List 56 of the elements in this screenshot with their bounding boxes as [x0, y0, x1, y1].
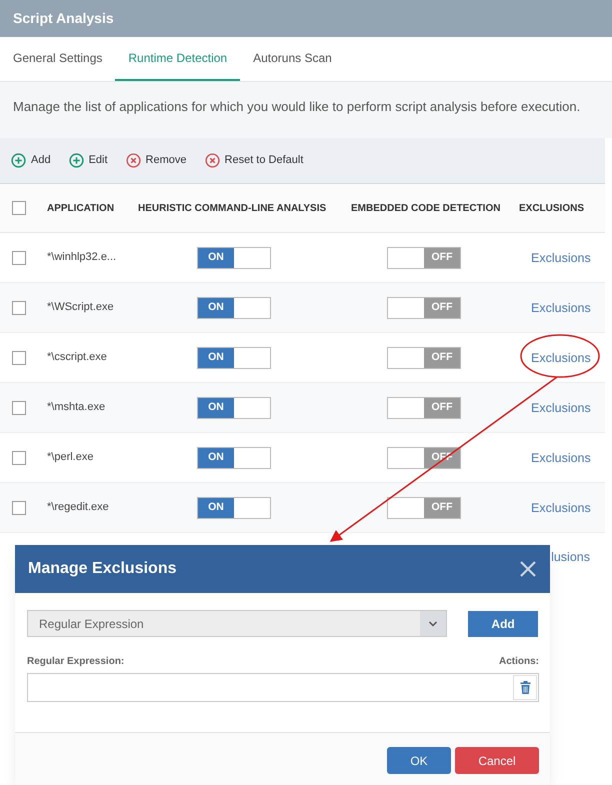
- table-cell-text: *\regedit.exe: [47, 500, 110, 516]
- toggle-switch[interactable]: ON: [197, 396, 271, 418]
- checkbox[interactable]: [12, 450, 26, 464]
- table-cell-text: *\cscript.exe: [47, 350, 108, 366]
- toolbar-button[interactable]: Add: [11, 152, 51, 169]
- x-circle-icon: [126, 153, 141, 168]
- toolbar-button[interactable]: Remove: [126, 152, 187, 169]
- toggle-switch[interactable]: ON: [197, 296, 271, 318]
- column-header: HEURISTIC COMMAND-LINE ANALYSIS: [138, 202, 328, 216]
- toggle-switch[interactable]: ON: [197, 346, 271, 368]
- exclusions-link[interactable]: Exclusions: [531, 450, 591, 464]
- chevron-down-icon: [420, 611, 446, 636]
- checkbox[interactable]: [12, 300, 26, 314]
- exclusions-link[interactable]: Exclusions: [531, 400, 591, 414]
- plus-circle-icon: [68, 153, 84, 168]
- exclusions-link[interactable]: lusions: [551, 548, 590, 567]
- table-cell-text: *\mshta.exe: [47, 400, 106, 416]
- field-label: Regular Expression:: [27, 655, 124, 669]
- toggle-switch[interactable]: ON: [197, 496, 271, 518]
- column-header: APPLICATION: [47, 202, 116, 216]
- exclusions-link[interactable]: Exclusions: [531, 350, 591, 364]
- table-cell-text: *\winhlp32.e...: [47, 250, 118, 266]
- checkbox[interactable]: [12, 201, 26, 215]
- column-header: EMBEDDED CODE DETECTION: [351, 202, 502, 216]
- checkbox[interactable]: [12, 500, 26, 514]
- column-header: EXCLUSIONS: [519, 202, 586, 216]
- ok-button[interactable]: OK: [387, 747, 451, 774]
- exclusions-link[interactable]: Exclusions: [531, 300, 591, 314]
- exclusions-link[interactable]: Exclusions: [531, 500, 591, 514]
- dialog-title: Manage Exclusions: [28, 559, 176, 579]
- tab[interactable]: Autoruns Scan: [240, 37, 345, 81]
- x-circle-icon: [204, 153, 220, 168]
- type-dropdown[interactable]: Regular Expression: [27, 610, 448, 637]
- description-text: Manage the list of applications for which you would like to perform script analysis before execution.: [13, 98, 580, 116]
- close-icon[interactable]: [519, 560, 537, 578]
- cancel-button[interactable]: Cancel: [455, 747, 539, 774]
- toggle-switch[interactable]: OFF: [387, 296, 461, 318]
- toggle-switch[interactable]: ON: [197, 446, 271, 468]
- checkbox[interactable]: [12, 400, 26, 414]
- checkbox[interactable]: [12, 350, 26, 364]
- toggle-switch[interactable]: ON: [197, 246, 271, 268]
- toggle-switch[interactable]: OFF: [387, 246, 461, 268]
- toggle-switch[interactable]: OFF: [387, 346, 461, 368]
- add-button[interactable]: Add: [468, 610, 538, 636]
- table-cell-text: *\WScript.exe: [47, 300, 115, 316]
- window-title: Script Analysis: [13, 9, 114, 28]
- exclusions-link[interactable]: Exclusions: [531, 250, 591, 264]
- table-cell-text: *\perl.exe: [47, 450, 94, 466]
- checkbox[interactable]: [12, 250, 26, 264]
- toolbar-button[interactable]: Edit: [68, 152, 108, 169]
- tab[interactable]: General Settings: [0, 37, 116, 81]
- toggle-switch[interactable]: OFF: [387, 396, 461, 418]
- toggle-switch[interactable]: OFF: [387, 496, 461, 518]
- toolbar-button[interactable]: Reset to Default: [204, 152, 304, 169]
- plus-circle-icon: [11, 153, 26, 168]
- actions-label: Actions:: [499, 655, 539, 669]
